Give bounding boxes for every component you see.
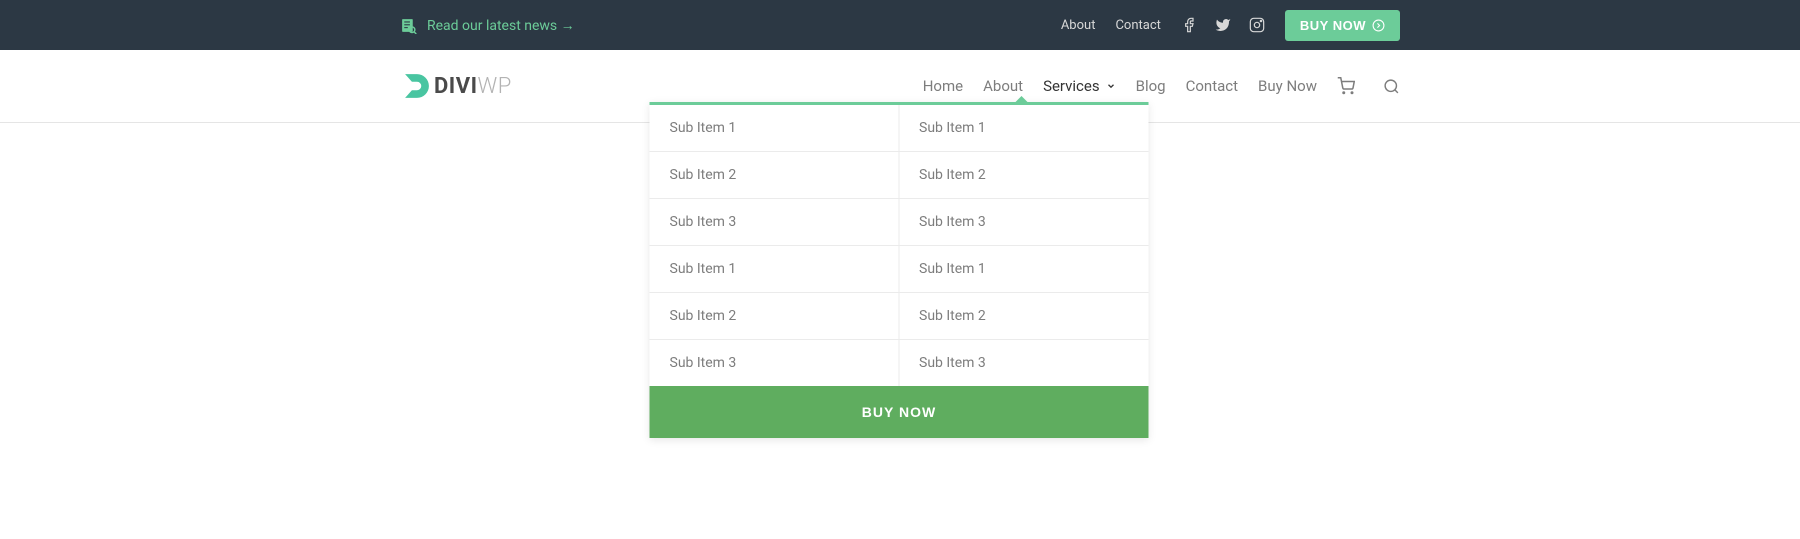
dropdown-item[interactable]: Sub Item 3: [650, 199, 899, 246]
chevron-down-icon: [1106, 77, 1116, 95]
topbar: Read our latest news → About Contact: [0, 0, 1800, 50]
logo-part2: WP: [478, 74, 512, 99]
nav-item-buy-now[interactable]: Buy Now: [1258, 77, 1317, 95]
buy-now-label: BUY NOW: [1300, 18, 1366, 33]
dropdown-item[interactable]: Sub Item 2: [650, 293, 899, 340]
topbar-link-contact[interactable]: Contact: [1115, 18, 1160, 33]
nav-item-blog[interactable]: Blog: [1136, 77, 1166, 95]
logo[interactable]: DIVIWP: [400, 69, 512, 103]
dropdown-item[interactable]: Sub Item 1: [899, 246, 1149, 293]
dropdown-item[interactable]: Sub Item 2: [650, 152, 899, 199]
topbar-right: About Contact: [1061, 10, 1400, 41]
search-icon[interactable]: [1383, 78, 1400, 95]
dropdown-item[interactable]: Sub Item 3: [899, 340, 1149, 386]
nav-item-services[interactable]: Services: [1043, 77, 1116, 95]
nav-item-about[interactable]: About: [983, 77, 1023, 95]
logo-text: DIVIWP: [434, 74, 512, 99]
dropdown-buy-now-button[interactable]: BUY NOW: [650, 386, 1149, 438]
dropdown-col-2: Sub Item 1 Sub Item 2 Sub Item 3 Sub Ite…: [899, 105, 1149, 386]
social-icons: [1181, 17, 1265, 33]
dropdown-item[interactable]: Sub Item 3: [899, 199, 1149, 246]
news-link[interactable]: Read our latest news →: [427, 17, 575, 34]
logo-icon: [400, 69, 434, 103]
instagram-icon[interactable]: [1249, 17, 1265, 33]
facebook-icon[interactable]: [1181, 17, 1197, 33]
dropdown-item[interactable]: Sub Item 2: [899, 293, 1149, 340]
dropdown-item[interactable]: Sub Item 1: [899, 105, 1149, 152]
news-icon: [400, 17, 417, 34]
twitter-icon[interactable]: [1215, 17, 1231, 33]
dropdown-item[interactable]: Sub Item 1: [650, 105, 899, 152]
dropdown-item[interactable]: Sub Item 1: [650, 246, 899, 293]
chevron-right-circle-icon: [1372, 19, 1385, 32]
dropdown-item[interactable]: Sub Item 2: [899, 152, 1149, 199]
logo-part1: DIVI: [434, 74, 478, 99]
topbar-link-about[interactable]: About: [1061, 18, 1096, 33]
nav-item-services-label: Services: [1043, 77, 1100, 95]
buy-now-button-topbar[interactable]: BUY NOW: [1285, 10, 1400, 41]
dropdown-item[interactable]: Sub Item 3: [650, 340, 899, 386]
nav-menu: Home About Services Blog Contact Buy Now: [923, 77, 1317, 95]
nav-item-contact[interactable]: Contact: [1186, 77, 1238, 95]
nav-item-home[interactable]: Home: [923, 77, 963, 95]
topbar-left: Read our latest news →: [400, 17, 575, 34]
services-dropdown: Sub Item 1 Sub Item 2 Sub Item 3 Sub Ite…: [650, 102, 1149, 438]
cart-icon[interactable]: [1337, 77, 1355, 95]
dropdown-col-1: Sub Item 1 Sub Item 2 Sub Item 3 Sub Ite…: [650, 105, 900, 386]
